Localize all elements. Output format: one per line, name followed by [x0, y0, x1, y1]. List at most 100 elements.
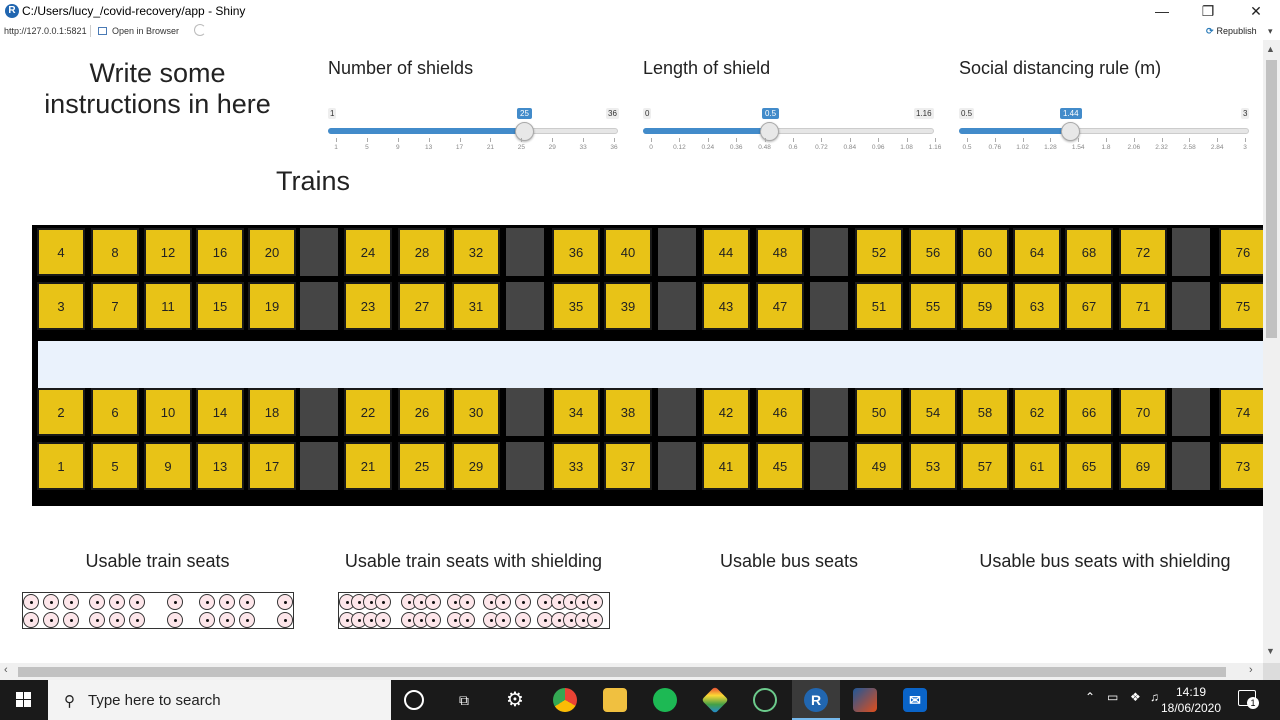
slider-tick-label: 1.28 — [1044, 144, 1057, 151]
train-seat: 41 — [702, 442, 750, 490]
task-view-icon[interactable]: ⧉ — [452, 688, 476, 712]
train-seat: 13 — [196, 442, 244, 490]
train-seat: 6 — [91, 388, 139, 436]
slider-tick — [428, 138, 430, 142]
slider-tick-label: 0.48 — [758, 144, 771, 151]
usable-seat-marker — [109, 612, 125, 628]
speaker-icon[interactable]: ♫ — [1150, 690, 1159, 704]
usable-seat-marker — [63, 594, 79, 610]
scroll-left-icon[interactable]: ‹ — [4, 664, 8, 676]
usable-seat-marker — [63, 612, 79, 628]
matlab-icon[interactable] — [853, 688, 877, 712]
social-distancing-slider[interactable]: Social distancing rule (m) 0.5 3 1.44 0.… — [959, 58, 1259, 151]
train-seat: 16 — [196, 228, 244, 276]
slider-tick — [397, 138, 399, 142]
slider-tick-label: 1.16 — [928, 144, 942, 151]
number-of-shields-slider[interactable]: Number of shields 1 36 25 1 5 9 13 17 21 25 29 3… — [328, 58, 628, 151]
windows-logo-icon — [16, 692, 32, 708]
train-seat: 24 — [344, 228, 392, 276]
shield-block — [300, 442, 338, 490]
scroll-right-icon[interactable]: › — [1249, 664, 1253, 676]
rstudio-icon[interactable]: R — [804, 688, 828, 712]
atom-icon[interactable] — [753, 688, 777, 712]
slider-handle[interactable] — [1061, 122, 1080, 141]
slider-label: Number of shields — [328, 58, 474, 78]
train-seat: 46 — [756, 388, 804, 436]
train-seat: 27 — [398, 282, 446, 330]
close-button[interactable]: ✕ — [1236, 2, 1276, 20]
taskbar-search-box[interactable]: ⚲ Type here to search — [48, 680, 391, 720]
slider-tick-label: 2.58 — [1183, 144, 1196, 151]
slider-min-label: 1 — [328, 108, 337, 119]
slider-tick — [1245, 138, 1246, 142]
train-seat: 38 — [604, 388, 652, 436]
train-seat: 69 — [1119, 442, 1167, 490]
shield-block — [810, 228, 848, 276]
restore-button[interactable]: ❐ — [1188, 2, 1228, 20]
republish-label: Republish — [1216, 26, 1257, 36]
git-kraken-icon[interactable] — [701, 686, 729, 714]
train-seat: 52 — [855, 228, 903, 276]
horizontal-scroll-thumb[interactable] — [18, 667, 1226, 677]
slider-tick-label: 0.6 — [788, 144, 798, 151]
chevron-up-icon[interactable]: ⌃ — [1085, 690, 1095, 704]
horizontal-scrollbar[interactable]: ‹ › — [0, 663, 1263, 680]
file-explorer-icon[interactable] — [603, 688, 627, 712]
usable-train-seats-plot — [22, 592, 294, 629]
usable-seat-marker — [167, 594, 183, 610]
chevron-down-icon[interactable]: ▾ — [1268, 26, 1273, 37]
clock-date: 18/06/2020 — [1160, 701, 1222, 715]
scroll-down-icon[interactable]: ▼ — [1266, 646, 1275, 656]
slider-tick-label: 2.06 — [1127, 144, 1141, 151]
slider-tick — [821, 138, 823, 142]
usable-train-seats-shielding-plot — [338, 592, 610, 629]
slider-tick-label: 1.08 — [900, 144, 913, 151]
spotify-icon[interactable] — [653, 688, 677, 712]
train-seat: 2 — [37, 388, 85, 436]
vertical-scroll-thumb[interactable] — [1266, 60, 1277, 338]
usable-seat-marker — [129, 594, 145, 610]
refresh-icon[interactable] — [194, 24, 206, 36]
usable-seat-marker — [89, 612, 105, 628]
train-seat: 47 — [756, 282, 804, 330]
windows-taskbar: ⚲ Type here to search ⧉ ⚙ R ✉ ⌃ ▭ ❖ ♫ 14… — [0, 680, 1280, 720]
usable-seat-marker — [425, 594, 441, 610]
vertical-scrollbar[interactable]: ▲ ▼ — [1263, 40, 1280, 663]
slider-tick-label: 25 — [517, 144, 525, 151]
republish-button[interactable]: ⟳ Republish — [1206, 26, 1257, 37]
usable-seat-marker — [459, 594, 475, 610]
scroll-up-icon[interactable]: ▲ — [1266, 44, 1275, 54]
cortana-icon[interactable] — [404, 690, 424, 710]
slider-tick — [1050, 138, 1052, 142]
instructions-text: Write some instructions in here — [44, 58, 271, 119]
slider-tick-label: 2.32 — [1155, 144, 1168, 151]
minimize-button[interactable]: — — [1142, 2, 1182, 20]
usable-seat-marker — [219, 594, 235, 610]
notification-center-icon[interactable]: 1 — [1238, 690, 1259, 709]
length-of-shield-slider[interactable]: Length of shield 0 1.16 0.5 0 0.12 0.24 0.3… — [643, 58, 943, 151]
slider-tick — [1189, 138, 1191, 142]
usable-seat-marker — [43, 594, 59, 610]
train-seat: 12 — [144, 228, 192, 276]
system-clock[interactable]: 14:19 18/06/2020 — [1160, 684, 1222, 716]
scroll-corner — [1263, 663, 1280, 680]
chrome-icon[interactable] — [553, 688, 577, 712]
battery-icon[interactable]: ▭ — [1107, 690, 1118, 704]
slider-tick — [583, 138, 585, 142]
browser-icon — [98, 27, 107, 35]
slider-tick-label: 13 — [425, 144, 433, 151]
slider-tick — [651, 138, 652, 142]
mail-icon[interactable]: ✉ — [903, 688, 927, 712]
train-seat: 64 — [1013, 228, 1061, 276]
slider-handle[interactable] — [760, 122, 779, 141]
slider-max-label: 36 — [606, 108, 619, 119]
slider-handle[interactable] — [515, 122, 534, 141]
open-in-browser-button[interactable]: Open in Browser — [98, 26, 179, 36]
train-seat: 8 — [91, 228, 139, 276]
start-button[interactable] — [0, 680, 48, 720]
dropbox-icon[interactable]: ❖ — [1130, 690, 1141, 704]
train-seat: 74 — [1219, 388, 1263, 436]
settings-gear-icon[interactable]: ⚙ — [503, 688, 527, 712]
slider-fill — [959, 128, 1071, 134]
slider-tick — [764, 138, 766, 142]
